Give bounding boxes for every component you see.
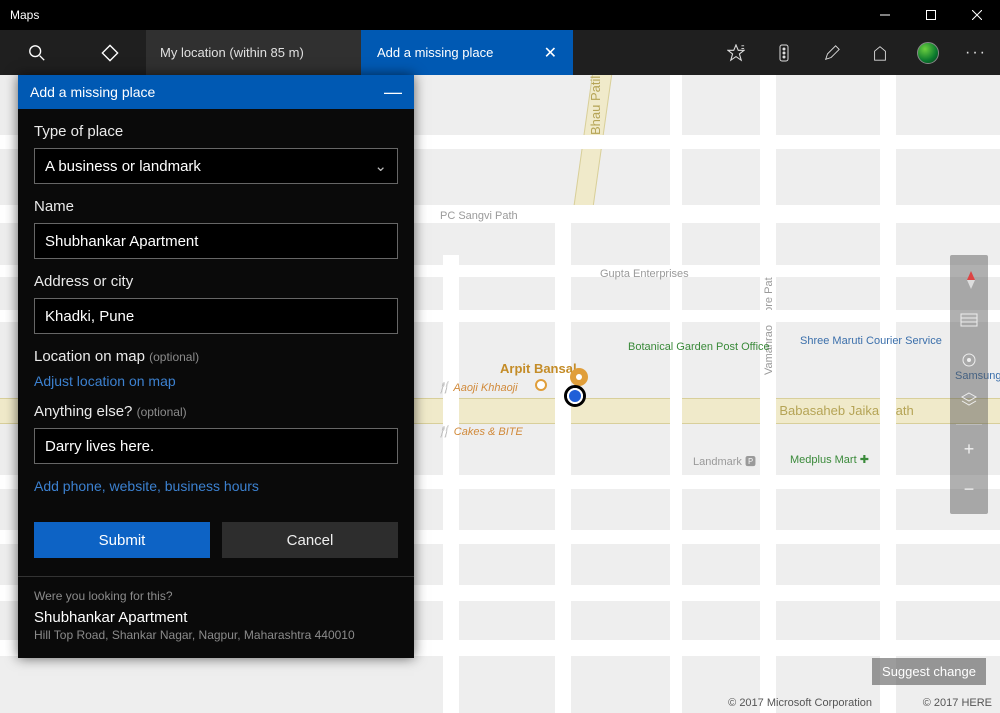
location-tab-label: My location (within 85 m) [160,45,304,60]
chevron-down-icon: ⌄ [374,157,387,175]
zoom-out-button[interactable]: − [950,470,988,508]
attribution: © 2017 HERE [923,697,992,709]
suggestion-title[interactable]: Shubhankar Apartment [34,609,398,626]
directions-icon [101,44,119,62]
poi-label: Landmark 🅿 [693,453,756,469]
layers-icon [960,391,978,409]
maximize-button[interactable] [908,0,954,30]
cancel-button[interactable]: Cancel [222,522,398,558]
close-icon[interactable]: ✕ [544,43,557,63]
name-input[interactable] [34,223,398,259]
more-button[interactable]: ··· [952,30,1000,75]
poi-label: Gupta Enterprises [600,268,689,280]
zoom-in-button[interactable]: + [950,430,988,468]
search-button[interactable] [0,30,73,75]
poi-label: 🍴 Cakes & BITE [437,425,523,438]
address-label: Address or city [34,273,398,290]
compass-icon [960,271,978,289]
star-icon [727,44,745,62]
name-label: Name [34,198,398,215]
traffic-button[interactable] [760,30,808,75]
submit-button[interactable]: Submit [34,522,210,558]
panel-title: Add a missing place [30,84,155,100]
more-info-link[interactable]: Add phone, website, business hours [34,478,398,494]
pen-icon [823,44,841,62]
profile-button[interactable] [904,30,952,75]
window-controls [862,0,1000,30]
location-label: Location on map (optional) [34,348,398,365]
toolbar-right: ··· [712,30,1000,75]
pin-orange-small-icon [535,379,547,391]
app-title: Maps [10,8,862,22]
toolbar: My location (within 85 m) Add a missing … [0,30,1000,75]
poi-label: 🍴 Aaoji Khhaoji [437,381,518,394]
add-tab-label: Add a missing place [377,45,493,60]
tilt-icon [960,313,978,327]
close-button[interactable] [954,0,1000,30]
poi-label: Botanical Garden Post Office [628,341,708,353]
adjust-location-link[interactable]: Adjust location on map [34,373,398,389]
favorites-button[interactable] [712,30,760,75]
locate-button[interactable] [950,341,988,379]
tilt-button[interactable] [950,301,988,339]
suggestion-address: Hill Top Road, Shankar Nagar, Nagpur, Ma… [34,628,398,642]
search-icon [28,44,46,62]
locate-icon [960,351,978,369]
suggest-change-button[interactable]: Suggest change [872,658,986,685]
road [670,75,682,713]
map-controls: + − [950,255,988,514]
current-location-icon [564,385,586,407]
layers-button[interactable] [950,381,988,419]
titlebar: Maps [0,0,1000,30]
type-select[interactable]: A business or landmark ⌄ [34,148,398,184]
anything-input[interactable] [34,428,398,464]
map-pin-title: Arpit Bansal [500,361,577,376]
road-label: Vamanrao More Path [763,271,775,375]
type-value: A business or landmark [45,158,201,175]
tab-add-place[interactable]: Add a missing place ✕ [361,30,573,75]
road [880,75,896,713]
directions-button[interactable] [73,30,146,75]
pin-orange-icon[interactable] [570,368,588,386]
anything-label: Anything else? (optional) [34,403,398,420]
type-label: Type of place [34,123,398,140]
road-label: PC Sangvi Path [440,210,518,222]
road [760,75,776,713]
ellipsis-icon: ··· [965,44,987,62]
add-place-panel: Add a missing place — Type of place A bu… [18,75,414,658]
minimize-panel-icon[interactable]: — [384,82,402,103]
ink-button[interactable] [808,30,856,75]
tab-my-location[interactable]: My location (within 85 m) [146,30,361,75]
minimize-button[interactable] [862,0,908,30]
poi-label: Shree Maruti Courier Service [800,335,880,347]
compass-button[interactable] [950,261,988,299]
attribution: © 2017 Microsoft Corporation [728,697,872,709]
3d-button[interactable] [856,30,904,75]
address-input[interactable] [34,298,398,334]
road [555,205,571,713]
minus-icon: − [964,479,975,500]
looking-for-hint: Were you looking for this? [34,589,398,603]
traffic-icon [776,44,792,62]
building-icon [871,44,889,62]
avatar-icon [917,42,939,64]
poi-label: Medplus Mart ✚ [790,453,869,466]
plus-icon: + [964,439,975,460]
panel-header: Add a missing place — [18,75,414,109]
road-label: Bhau Patil Roa [588,75,603,135]
